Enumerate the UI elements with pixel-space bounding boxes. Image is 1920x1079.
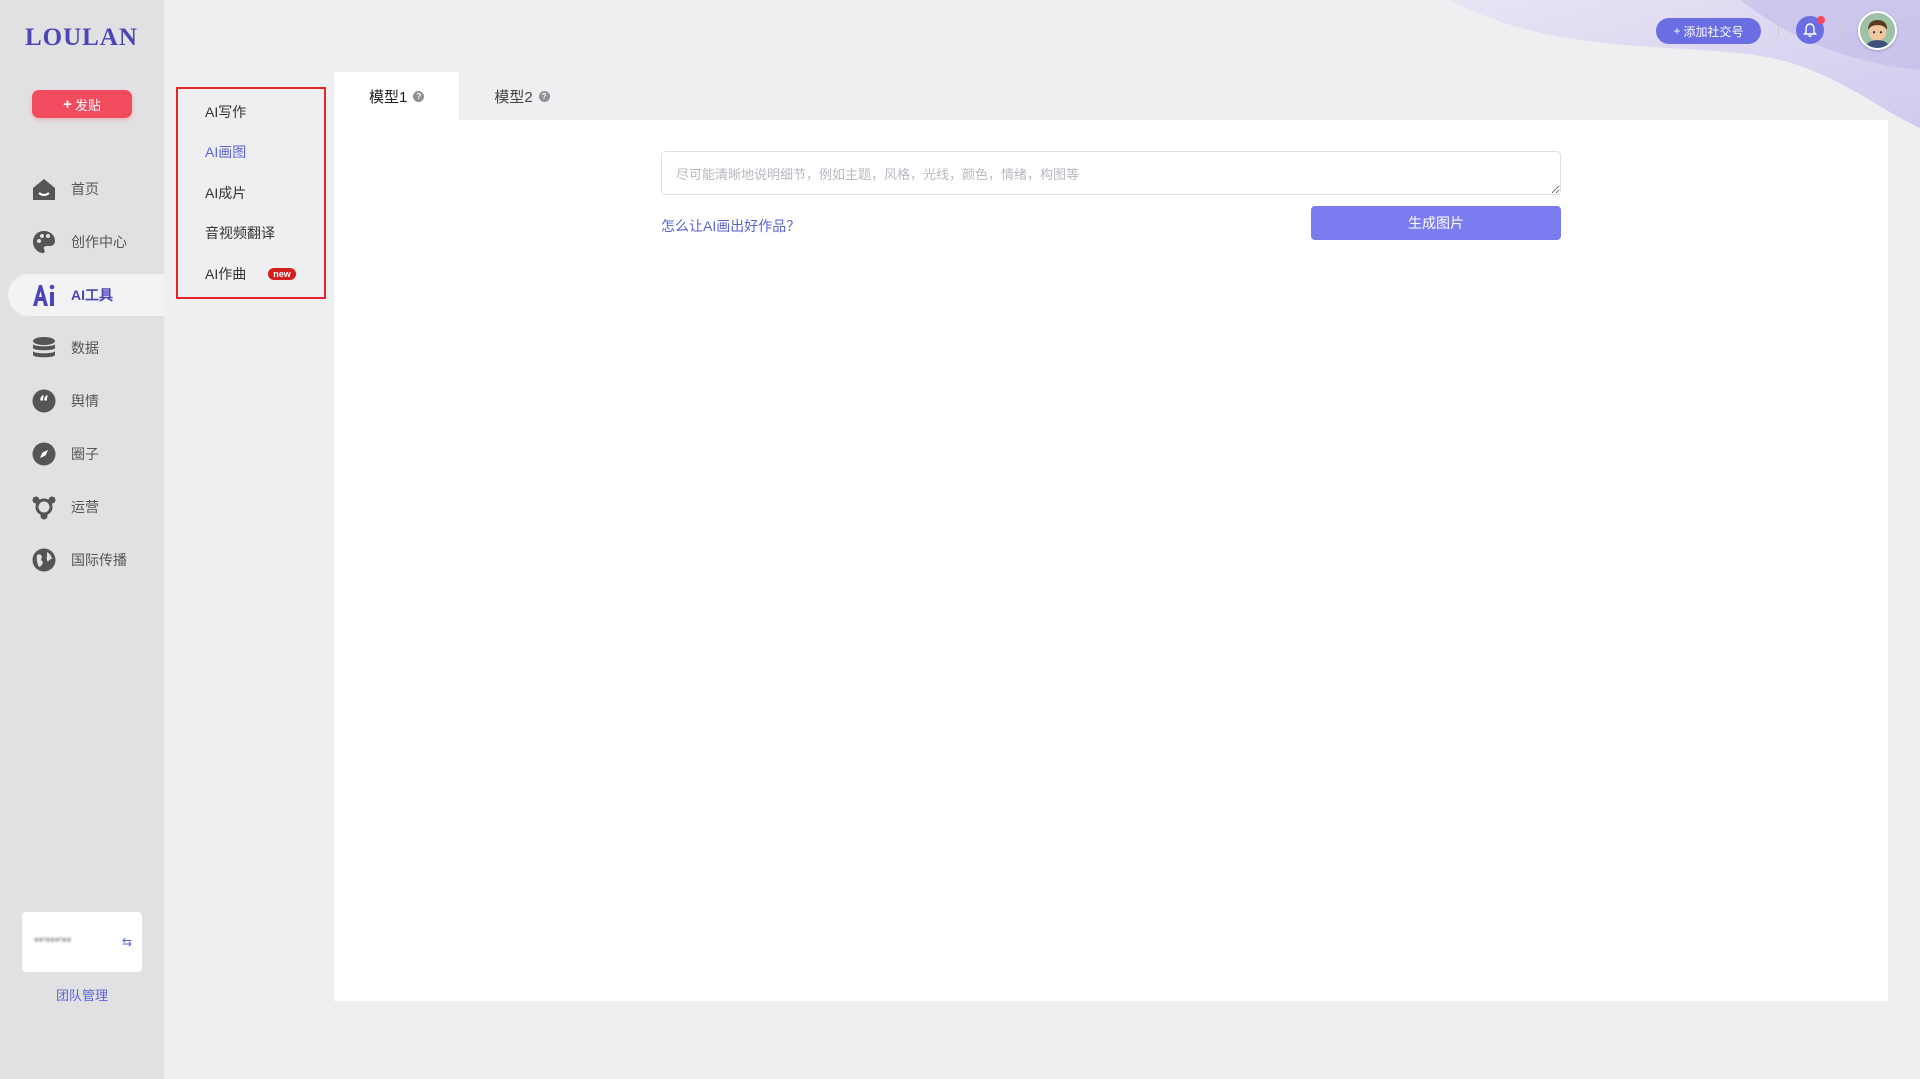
notification-dot — [1817, 16, 1825, 24]
submenu-item-ai-drawing[interactable]: AI画图 — [205, 142, 246, 162]
palette-icon — [31, 229, 57, 255]
sidebar-item-circle[interactable]: 圈子 — [8, 433, 164, 475]
compass-icon — [31, 441, 57, 467]
submenu-item-ai-video[interactable]: AI成片 — [205, 183, 246, 203]
sidebar: LOULAN + 发贴 首页 创作中心 AI工具 数据 “ 舆情 圈子 运营 国… — [0, 0, 164, 1079]
sidebar-item-label: 首页 — [71, 181, 99, 197]
ai-tools-submenu: AI写作 AI画图 AI成片 音视频翻译 AI作曲 new — [176, 87, 326, 299]
sidebar-item-home[interactable]: 首页 — [8, 168, 164, 210]
submenu-item-label: AI画图 — [205, 144, 247, 160]
prompt-input[interactable] — [661, 151, 1561, 195]
tab-label: 模型2 — [494, 88, 533, 106]
switch-icon[interactable]: ⇆ — [122, 935, 132, 949]
help-icon[interactable]: ? — [413, 90, 425, 102]
sidebar-item-label: 圈子 — [71, 446, 99, 462]
sidebar-item-data[interactable]: 数据 — [8, 327, 164, 369]
sidebar-item-label: AI工具 — [71, 287, 113, 303]
divider — [1778, 24, 1779, 36]
team-card[interactable]: **'***'** ⇆ — [22, 912, 142, 972]
main-panel: 怎么让AI画出好作品？ 生成图片 — [334, 120, 1888, 1001]
sidebar-item-label: 舆情 — [71, 393, 99, 409]
tab-model-2[interactable]: 模型2 ? — [459, 72, 584, 120]
sidebar-item-label: 数据 — [71, 340, 99, 356]
model-tabs: 模型1 ? 模型2 ? — [334, 72, 585, 120]
home-icon — [31, 176, 57, 202]
sidebar-item-operation[interactable]: 运营 — [8, 486, 164, 528]
post-button[interactable]: + 发贴 — [32, 90, 132, 118]
team-manage-link[interactable]: 团队管理 — [0, 985, 164, 1004]
submenu-item-label: 音视频翻译 — [205, 225, 275, 241]
ai-icon — [31, 282, 57, 308]
submenu-item-label: AI写作 — [205, 104, 247, 120]
sidebar-item-public-opinion[interactable]: “ 舆情 — [8, 380, 164, 422]
help-icon[interactable]: ? — [538, 90, 550, 102]
avatar[interactable] — [1858, 11, 1897, 50]
tab-model-1[interactable]: 模型1 ? — [334, 72, 460, 120]
submenu-item-ai-writing[interactable]: AI写作 — [205, 102, 246, 122]
post-button-label: 发贴 — [74, 97, 101, 113]
help-link[interactable]: 怎么让AI画出好作品？ — [661, 216, 800, 236]
sidebar-item-label: 国际传播 — [71, 552, 127, 568]
database-icon — [31, 335, 57, 361]
sidebar-item-creation-center[interactable]: 创作中心 — [8, 221, 164, 263]
svg-text:“: “ — [39, 392, 50, 411]
operation-icon — [31, 494, 57, 520]
add-social-label: 添加社交号 — [1683, 24, 1744, 39]
tab-label: 模型1 — [369, 88, 408, 106]
new-badge: new — [268, 268, 296, 280]
avatar-icon — [1860, 13, 1895, 48]
sidebar-item-international[interactable]: 国际传播 — [8, 539, 164, 581]
divider — [1840, 24, 1841, 36]
plus-icon: + — [1673, 24, 1681, 38]
submenu-item-label: AI作曲 — [205, 266, 247, 282]
sidebar-item-label: 创作中心 — [71, 234, 127, 250]
submenu-item-av-translation[interactable]: 音视频翻译 — [205, 223, 275, 243]
submenu-item-label: AI成片 — [205, 185, 247, 201]
brand-logo[interactable]: LOULAN — [25, 24, 138, 52]
plus-icon: + — [63, 95, 72, 113]
sidebar-item-label: 运营 — [71, 499, 99, 515]
team-name: **'***'** — [34, 935, 72, 949]
generate-image-button[interactable]: 生成图片 — [1311, 206, 1561, 240]
add-social-account-button[interactable]: + 添加社交号 — [1656, 18, 1761, 44]
submenu-item-ai-compose[interactable]: AI作曲 new — [205, 264, 296, 284]
globe-icon — [31, 547, 57, 573]
quote-icon: “ — [31, 388, 57, 414]
sidebar-item-ai-tools[interactable]: AI工具 — [8, 274, 164, 316]
